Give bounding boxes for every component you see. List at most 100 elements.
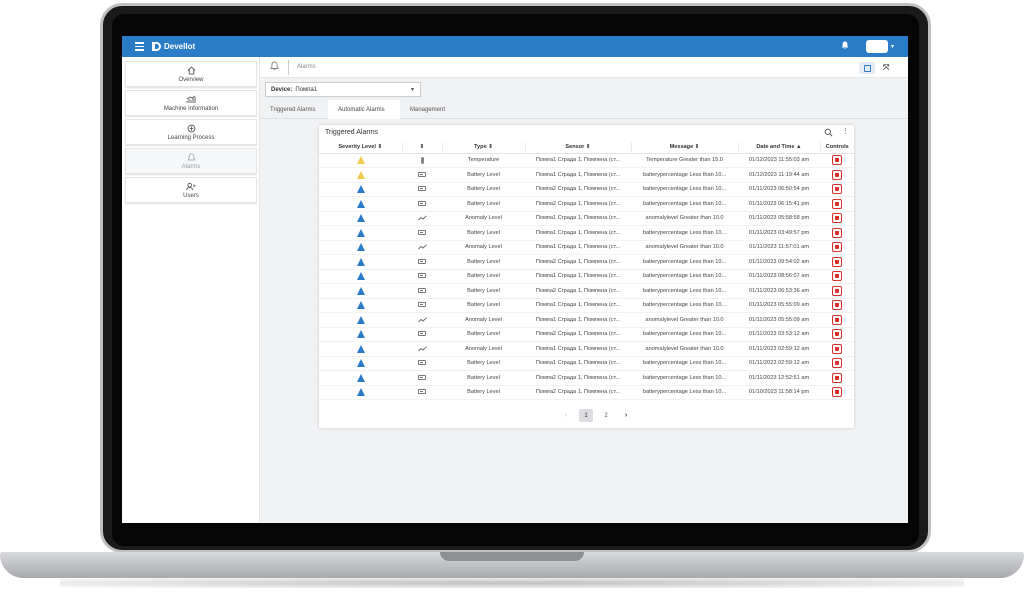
user-avatar[interactable] [866,40,888,53]
brain-icon [186,124,196,133]
delete-icon[interactable] [832,256,842,267]
tab-management[interactable]: Management [400,100,466,119]
sensor-cell: Помпа1 Сграда 1, Помпена (ст... [525,153,631,168]
column-header-sensor[interactable]: Sensor ⇕ [525,142,632,154]
delete-icon[interactable] [832,329,842,340]
message-cell: batterypercentage Less than 10... [631,269,738,284]
laptop-notch [440,552,584,561]
sensor-type-icon-cell [402,298,442,313]
sensor-type-icon-cell [402,327,442,342]
column-header-icon[interactable]: ⇕ [402,142,443,154]
next-page-icon[interactable]: › [619,409,633,422]
delete-icon[interactable] [832,213,842,224]
sidebar-item-label: Learning Process [167,134,215,141]
datetime-cell: 01/11/2023 06:53:36 am [738,283,820,299]
severity-cell [319,225,402,241]
table-row[interactable]: Temperature Помпа1 Сграда 1, Помпена (ст.… [319,153,854,168]
sidebar-item-learning-process[interactable]: Learning Process [125,119,257,145]
column-header-severity[interactable]: Severity Level ⇕ [319,142,403,154]
info-triangle-icon [356,315,365,324]
datetime-cell: 01/11/2023 06:15:41 pm [738,196,820,212]
delete-icon[interactable] [832,198,842,209]
device-select[interactable]: Device: Помпа1 ▼ [265,82,421,97]
search-icon[interactable] [824,128,833,137]
delete-icon[interactable] [832,387,842,398]
column-header-date-time[interactable]: Date and Time ▲ [738,142,821,154]
delete-icon[interactable] [832,155,842,166]
controls-cell [820,283,854,299]
datetime-cell: 01/11/2023 02:59:12 am [738,341,820,357]
save-button[interactable] [859,62,875,74]
table-row[interactable]: Battery Level Помпа2 Сграда 1, Помпена (с… [319,182,854,197]
sensor-cell: Помпа1 Сграда 1, Помпена (ст... [525,312,631,328]
table-row[interactable]: Battery Level Помпа2 Сграда 1, Помпена (с… [319,196,854,212]
sidebar-item-overview[interactable]: Overview [125,61,257,87]
info-triangle-icon [356,286,365,295]
logo[interactable]: DevelIot [152,42,195,51]
severity-cell [319,298,402,313]
user-menu-caret-icon[interactable]: ▾ [891,43,894,50]
table-row[interactable]: Battery Level Помпа1 Сграда 1, Помпена (с… [319,225,854,241]
controls-cell [820,269,854,284]
app-screen: DevelIot ▾ Overview Machine Information … [122,36,908,523]
delete-icon[interactable] [832,300,842,311]
info-triangle-icon [356,272,365,281]
sidebar-item-machine-information[interactable]: Machine Information [125,90,257,116]
sensor-type-icon-cell [402,254,442,270]
sidebar-item-label: Users [183,192,199,199]
delete-icon[interactable] [832,271,842,282]
sensor-cell: Помпа2 Сграда 1, Помпена (ст... [525,385,631,400]
sensor-type-icon-cell [402,370,442,386]
sensor-type-icon-cell [402,153,442,168]
table-row[interactable]: Battery Level Помпа2 Сграда 1, Помпена (с… [319,283,854,299]
more-options-icon[interactable]: ⋮ [842,128,849,136]
message-cell: anomalylevel Greater than 10.0 [631,240,738,255]
menu-icon[interactable] [135,42,144,51]
table-row[interactable]: Anomaly Level Помпа1 Сграда 1, Помпена (с… [319,240,854,255]
delete-icon[interactable] [832,169,842,180]
delete-icon[interactable] [832,314,842,325]
table-row[interactable]: Battery Level Помпа1 Сграда 1, Помпена (с… [319,167,854,183]
delete-icon[interactable] [832,343,842,354]
header-divider [288,60,289,75]
message-cell: batterypercentage Less than 10... [631,196,738,212]
previous-page-icon[interactable]: ‹ [559,409,573,422]
delete-icon[interactable] [832,372,842,383]
table-row[interactable]: Battery Level Помпа1 Сграда 1, Помпена (с… [319,356,854,371]
delete-icon[interactable] [832,285,842,296]
triggered-alarms-card: Triggered Alarms ⋮ Severity Level ⇕ ⇕ Ty… [319,125,854,428]
controls-cell [820,356,854,371]
delete-icon[interactable] [832,227,842,238]
sensor-type-icon-cell [402,182,442,197]
breadcrumb: Alarms [297,64,316,70]
sidebar-item-users[interactable]: Users [125,177,257,203]
column-header-type[interactable]: Type ⇕ [442,142,526,154]
tab-triggered-alarms[interactable]: Triggered Alarms [260,100,328,119]
delete-icon[interactable] [832,358,842,369]
delete-icon[interactable] [832,242,842,253]
thermometer-icon [420,156,424,164]
severity-cell [319,283,402,299]
sensor-cell: Помпа2 Сграда 1, Помпена (ст... [525,254,631,270]
table-row[interactable]: Anomaly Level Помпа1 Сграда 1, Помпена (с… [319,211,854,226]
tab-automatic-alarms[interactable]: Automatic Alarms [328,100,400,119]
table-row[interactable]: Anomaly Level Помпа1 Сграда 1, Помпена (с… [319,341,854,357]
device-label: Device: [271,86,293,93]
table-row[interactable]: Battery Level Помпа1 Сграда 1, Помпена (с… [319,269,854,284]
sidebar-item-alarms[interactable]: Alarms [125,148,257,174]
fullscreen-icon[interactable]: ⤧ [883,63,889,73]
table-row[interactable]: Battery Level Помпа2 Сграда 1, Помпена (с… [319,254,854,270]
delete-icon[interactable] [832,184,842,195]
table-row[interactable]: Battery Level Помпа2 Сграда 1, Помпена (с… [319,327,854,342]
type-cell: Temperature [442,153,525,168]
page-1-button[interactable]: 1 [579,409,593,422]
table-row[interactable]: Battery Level Помпа2 Сграда 1, Помпена (с… [319,370,854,386]
message-cell: batterypercentage Less than 10... [631,182,738,197]
table-row[interactable]: Battery Level Помпа1 Сграда 1, Помпена (с… [319,298,854,313]
table-row[interactable]: Anomaly Level Помпа1 Сграда 1, Помпена (с… [319,312,854,328]
table-row[interactable]: Battery Level Помпа2 Сграда 1, Помпена (с… [319,385,854,400]
notifications-bell-icon[interactable] [841,41,849,50]
severity-cell [319,196,402,212]
column-header-message[interactable]: Message ⇕ [631,142,739,154]
page-2-button[interactable]: 2 [599,409,613,422]
